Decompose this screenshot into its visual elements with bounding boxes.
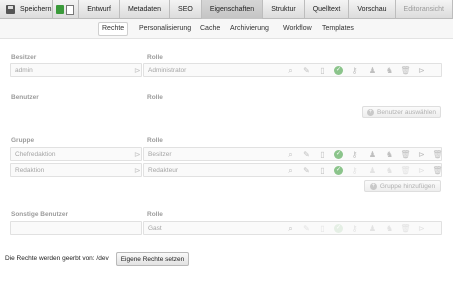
owner-user-field[interactable]: admin ⊳	[10, 63, 142, 77]
group-label: Gruppe	[11, 137, 35, 144]
users-icon[interactable]: ♟	[368, 150, 377, 159]
page-icon[interactable]: ▯	[318, 166, 327, 175]
others-role-value: Gast	[148, 225, 162, 232]
delete-icon[interactable]: 🗑	[432, 166, 442, 175]
forward-icon[interactable]: ⊳	[417, 166, 426, 175]
group-row-2-name: Redaktion	[15, 167, 45, 174]
tab-editoransicht[interactable]: Editoransicht	[396, 0, 453, 19]
edit-icon[interactable]: ✎	[302, 224, 311, 233]
subnav-rechte[interactable]: Rechte	[98, 22, 129, 36]
trash-icon[interactable]: 🗑	[400, 66, 410, 75]
user-rights-icon[interactable]: ♞	[385, 150, 394, 159]
key-icon[interactable]: ⚷	[350, 224, 359, 233]
users-icon[interactable]: ♟	[368, 166, 377, 175]
tab-quelltext[interactable]: Quelltext	[305, 0, 350, 19]
users-role-label: Rolle	[147, 94, 163, 101]
tab-seo[interactable]: SEO	[170, 0, 202, 19]
floppy-icon	[6, 5, 15, 14]
tab-metadaten[interactable]: Metadaten	[120, 0, 171, 19]
edit-icon[interactable]: ✎	[302, 66, 311, 75]
others-label: Sonstige Benutzer	[11, 211, 69, 218]
check-icon[interactable]: ✓	[334, 224, 343, 233]
forward-icon[interactable]: ⊳	[417, 224, 426, 233]
check-icon[interactable]: ✓	[334, 66, 343, 75]
others-role-label: Rolle	[147, 211, 163, 218]
add-group-label: Gruppe hinzufügen	[379, 182, 436, 190]
green-page-icon	[56, 5, 65, 14]
picker-arrow-icon: ⊳	[134, 150, 141, 159]
page-icon[interactable]: ▯	[318, 66, 327, 75]
group-role-label: Rolle	[147, 137, 163, 144]
trash-icon[interactable]: 🗑	[400, 166, 410, 175]
tab-entwurf[interactable]: Entwurf	[79, 0, 120, 19]
check-icon[interactable]: ✓	[334, 150, 343, 159]
inherit-info: Die Rechte werden geerbt von: /dev	[5, 255, 109, 262]
plus-icon: +	[369, 182, 377, 190]
subnav-templates[interactable]: Templates	[319, 22, 357, 36]
forward-icon[interactable]: ⊳	[417, 66, 426, 75]
trash-icon[interactable]: 🗑	[400, 150, 410, 159]
subnav-personalisierung[interactable]: Personalisierung	[136, 22, 194, 36]
own-rights-button[interactable]: Eigene Rechte setzen	[116, 252, 189, 266]
select-user-button[interactable]: + Benutzer auswählen	[362, 106, 441, 118]
others-user-field	[10, 221, 142, 235]
search-icon[interactable]: ⌕	[286, 66, 295, 75]
plus-icon: +	[367, 108, 375, 116]
owner-user-value: admin	[15, 67, 33, 74]
users-icon[interactable]: ♟	[368, 224, 377, 233]
key-icon[interactable]: ⚷	[350, 66, 359, 75]
page-icon[interactable]: ▯	[318, 224, 327, 233]
save-label: Speichern	[20, 6, 52, 13]
search-icon[interactable]: ⌕	[286, 166, 295, 175]
tab-struktur[interactable]: Struktur	[263, 0, 305, 19]
users-label: Benutzer	[11, 94, 39, 101]
pages-icon	[66, 4, 75, 15]
subnav-archivierung[interactable]: Archivierung	[227, 22, 272, 36]
others-role-field[interactable]: Gast ⌕ ✎ ▯ ✓ ⚷ ♟ ♞ 🗑 ⊳	[143, 221, 442, 235]
group-row-1-name-field[interactable]: Chefredaktion ⊳	[10, 147, 142, 161]
group-row-1-role-field[interactable]: Besitzer ⌕ ✎ ▯ ✓ ⚷ ♟ ♞ 🗑 ⊳ 🗑	[143, 147, 443, 161]
group-row-1-name: Chefredaktion	[15, 151, 56, 158]
tab-vorschau[interactable]: Vorschau	[349, 0, 396, 19]
user-rights-icon[interactable]: ♞	[385, 224, 394, 233]
save-button[interactable]: Speichern	[0, 0, 53, 19]
search-icon[interactable]: ⌕	[286, 224, 295, 233]
subnav-cache[interactable]: Cache	[197, 22, 223, 36]
owner-role-field[interactable]: Administrator ⌕ ✎ ▯ ✓ ⚷ ♟ ♞ 🗑 ⊳	[143, 63, 442, 77]
subnav-workflow[interactable]: Workflow	[280, 22, 315, 36]
select-user-label: Benutzer auswählen	[377, 108, 436, 116]
group-row-2-role: Redakteur	[148, 167, 178, 174]
main-toolbar: Speichern Entwurf Metadaten SEO Eigensch…	[0, 0, 453, 19]
key-icon[interactable]: ⚷	[350, 150, 359, 159]
sub-navigation: Rechte Personalisierung Cache Archivieru…	[0, 19, 453, 39]
search-icon[interactable]: ⌕	[286, 150, 295, 159]
page-icon[interactable]: ▯	[318, 150, 327, 159]
owner-role-label: Rolle	[147, 54, 163, 61]
trash-icon[interactable]: 🗑	[400, 224, 410, 233]
picker-arrow-icon: ⊳	[134, 166, 141, 175]
tab-eigenschaften[interactable]: Eigenschaften	[201, 0, 264, 19]
check-icon[interactable]: ✓	[334, 166, 343, 175]
picker-arrow-icon: ⊳	[134, 66, 141, 75]
delete-icon[interactable]: 🗑	[432, 150, 442, 159]
owner-label: Besitzer	[11, 54, 37, 61]
edit-icon[interactable]: ✎	[302, 150, 311, 159]
page-tools-button[interactable]	[53, 0, 80, 19]
users-icon[interactable]: ♟	[368, 66, 377, 75]
group-row-2-role-field[interactable]: Redakteur ⌕ ✎ ▯ ✓ ⚷ ♟ ♞ 🗑 ⊳ 🗑	[143, 163, 443, 177]
group-row-2-name-field[interactable]: Redaktion ⊳	[10, 163, 142, 177]
owner-role-value: Administrator	[148, 67, 187, 74]
user-rights-icon[interactable]: ♞	[385, 166, 394, 175]
user-rights-icon[interactable]: ♞	[385, 66, 394, 75]
edit-icon[interactable]: ✎	[302, 166, 311, 175]
forward-icon[interactable]: ⊳	[417, 150, 426, 159]
key-icon[interactable]: ⚷	[350, 166, 359, 175]
add-group-button[interactable]: + Gruppe hinzufügen	[364, 180, 441, 192]
group-row-1-role: Besitzer	[148, 151, 172, 158]
